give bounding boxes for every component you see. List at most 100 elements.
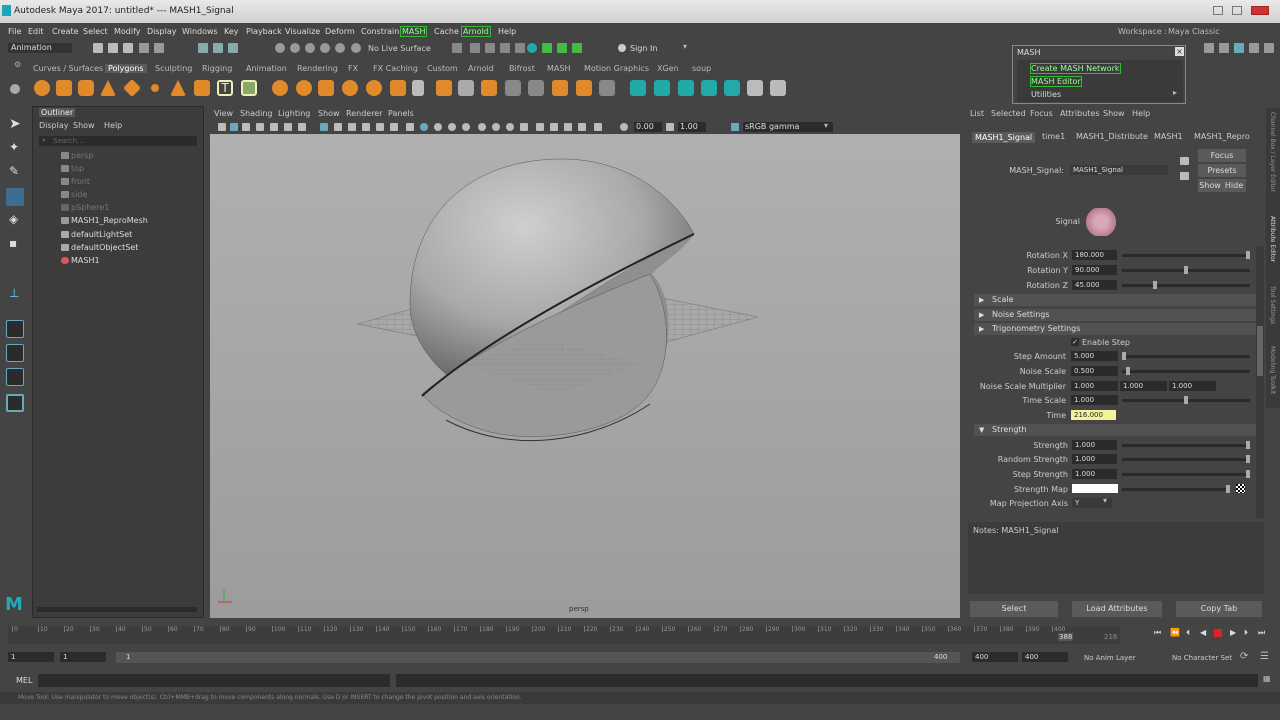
render-frame-icon[interactable] [470, 43, 480, 53]
chevron-down-icon[interactable]: ▾ [683, 42, 687, 51]
strength-slider[interactable] [1122, 441, 1250, 449]
poly-cylinder-icon[interactable] [78, 80, 94, 96]
step-back-key-icon[interactable]: ⏪ [1170, 628, 1180, 637]
textured-icon[interactable] [448, 123, 456, 131]
rotation-x-knob[interactable] [1246, 251, 1250, 259]
shelf-tab-rigging[interactable]: Rigging [202, 64, 232, 73]
xray-icon[interactable] [564, 123, 572, 131]
character-set-dropdown[interactable]: No Character Set [1172, 654, 1232, 662]
auto-map-icon[interactable] [724, 80, 740, 96]
outliner-item-front[interactable]: front [61, 177, 90, 189]
grease-pencil-icon[interactable] [284, 123, 292, 131]
menu-windows[interactable]: Windows [182, 27, 218, 36]
redo-icon[interactable] [154, 43, 164, 53]
select-camera-icon[interactable] [218, 123, 226, 131]
menu-visualize[interactable]: Visualize [285, 27, 320, 36]
field-chart-icon[interactable] [362, 123, 370, 131]
last-tool-icon[interactable]: ⊥ [6, 286, 24, 304]
select-object-icon[interactable] [213, 43, 223, 53]
animation-start-field[interactable]: 1 [8, 652, 54, 662]
maximize-icon[interactable] [1232, 6, 1242, 15]
planar-map-icon[interactable] [654, 80, 670, 96]
fill-hole-icon[interactable] [552, 80, 568, 96]
menu-arnold[interactable]: Arnold [461, 26, 491, 37]
shelf-tab-motion-graphics[interactable]: Motion Graphics [584, 64, 649, 73]
play-forward-icon[interactable]: ▶ [1230, 628, 1236, 637]
rotation-y-slider[interactable] [1122, 266, 1250, 274]
ae-tab-mash1-distribute[interactable]: MASH1_Distribute [1076, 132, 1148, 141]
shelf-tab-fx[interactable]: FX [348, 64, 358, 73]
auto-key-icon[interactable]: ⟳ [1240, 651, 1248, 662]
menu-playback[interactable]: Playback [246, 27, 282, 36]
rotation-z-knob[interactable] [1153, 281, 1157, 289]
outliner-item-defaultlightset[interactable]: defaultLightSet [61, 230, 132, 242]
select-hierarchy-icon[interactable] [198, 43, 208, 53]
noise-mult-x-field[interactable]: 1.000 [1071, 381, 1118, 391]
menu-display[interactable]: Display [147, 27, 177, 36]
ae-menu-show[interactable]: Show [1103, 109, 1125, 118]
random-strength-knob[interactable] [1246, 455, 1250, 463]
persp-outliner-icon[interactable] [6, 368, 24, 386]
menu-set-dropdown[interactable]: Animation [8, 43, 72, 53]
uv-editor-icon[interactable] [630, 80, 646, 96]
modeling-toolkit-icon[interactable] [1204, 43, 1214, 53]
ipr-render-icon[interactable] [500, 43, 510, 53]
menu-mash[interactable]: MASH [399, 26, 428, 37]
new-scene-icon[interactable] [93, 43, 103, 53]
minimize-icon[interactable] [1213, 6, 1223, 15]
outliner-layout-icon[interactable] [6, 394, 24, 412]
boolean-icon[interactable] [342, 80, 358, 96]
outliner-menu-show[interactable]: Show [73, 121, 95, 130]
step-amount-knob[interactable] [1122, 352, 1126, 360]
rotation-x-slider[interactable] [1122, 251, 1250, 259]
bookmark-icon[interactable] [242, 123, 250, 131]
ae-menu-selected[interactable]: Selected [991, 109, 1026, 118]
mash-create-network[interactable]: Create MASH Network [1030, 63, 1121, 74]
smooth-icon[interactable] [318, 80, 334, 96]
select-button[interactable]: Select [970, 601, 1058, 617]
copy-tab-button[interactable]: Copy Tab [1176, 601, 1262, 617]
presets-button[interactable]: Presets [1198, 164, 1246, 177]
select-tool-icon[interactable]: ➤ [6, 116, 24, 134]
attribute-editor-icon[interactable] [1234, 43, 1244, 53]
xray-components-icon[interactable] [594, 123, 602, 131]
lights-icon[interactable] [462, 123, 470, 131]
outliner-menu-help[interactable]: Help [104, 121, 122, 130]
input-connection-icon[interactable] [1180, 157, 1189, 165]
outliner-search-field[interactable]: Search... ⌕ [39, 136, 197, 146]
connect-icon[interactable] [505, 80, 521, 96]
side-tab-tool-settings[interactable]: Tool Settings [1269, 286, 1276, 324]
combine-icon[interactable] [272, 80, 288, 96]
outliner-item-persp[interactable]: persp [61, 151, 94, 163]
ae-tab-mash1[interactable]: MASH1 [1154, 132, 1183, 141]
snap-grid-icon[interactable] [275, 43, 285, 53]
ambient-occlusion-icon[interactable] [492, 123, 500, 131]
lasso-tool-icon[interactable]: ✦ [6, 140, 24, 158]
poly-cube-icon[interactable] [56, 80, 72, 96]
play-backward-icon[interactable]: ◀ [1200, 628, 1206, 637]
ae-menu-list[interactable]: List [970, 109, 984, 118]
ae-tab-mash1-signal[interactable]: MASH1_Signal [972, 132, 1036, 143]
node-name-field[interactable]: MASH1_Signal [1070, 165, 1168, 175]
menu-select[interactable]: Select [83, 27, 108, 36]
ae-tab-mash1-repro[interactable]: MASH1_Repro [1194, 132, 1250, 141]
ae-menu-attributes[interactable]: Attributes [1060, 109, 1100, 118]
append-polygon-icon[interactable] [576, 80, 592, 96]
vp-menu-renderer[interactable]: Renderer [346, 109, 383, 118]
ae-scrollbar[interactable] [1256, 246, 1264, 518]
step-amount-slider[interactable] [1122, 352, 1250, 360]
unfold-icon[interactable] [747, 80, 763, 96]
vp-menu-view[interactable]: View [214, 109, 233, 118]
strength-field[interactable]: 1.000 [1072, 440, 1117, 450]
render-settings-icon[interactable] [515, 43, 525, 53]
make-live-icon[interactable] [351, 43, 361, 53]
separate-icon[interactable] [296, 80, 312, 96]
shelf-tab-rendering[interactable]: Rendering [297, 64, 338, 73]
time-slider-track[interactable]: 0 10 20 30 40 50 60 70 80 90 100 110 120 130 140 150 160… [8, 626, 1120, 644]
strength-map-swatch[interactable] [1072, 484, 1118, 493]
rotation-y-field[interactable]: 90.000 [1072, 265, 1117, 275]
menu-create[interactable]: Create [52, 27, 79, 36]
script-editor-icon[interactable]: ▦ [1263, 674, 1271, 683]
playback-start-field[interactable]: 1 [60, 652, 106, 662]
shelf-tab-custom[interactable]: Custom [427, 64, 458, 73]
